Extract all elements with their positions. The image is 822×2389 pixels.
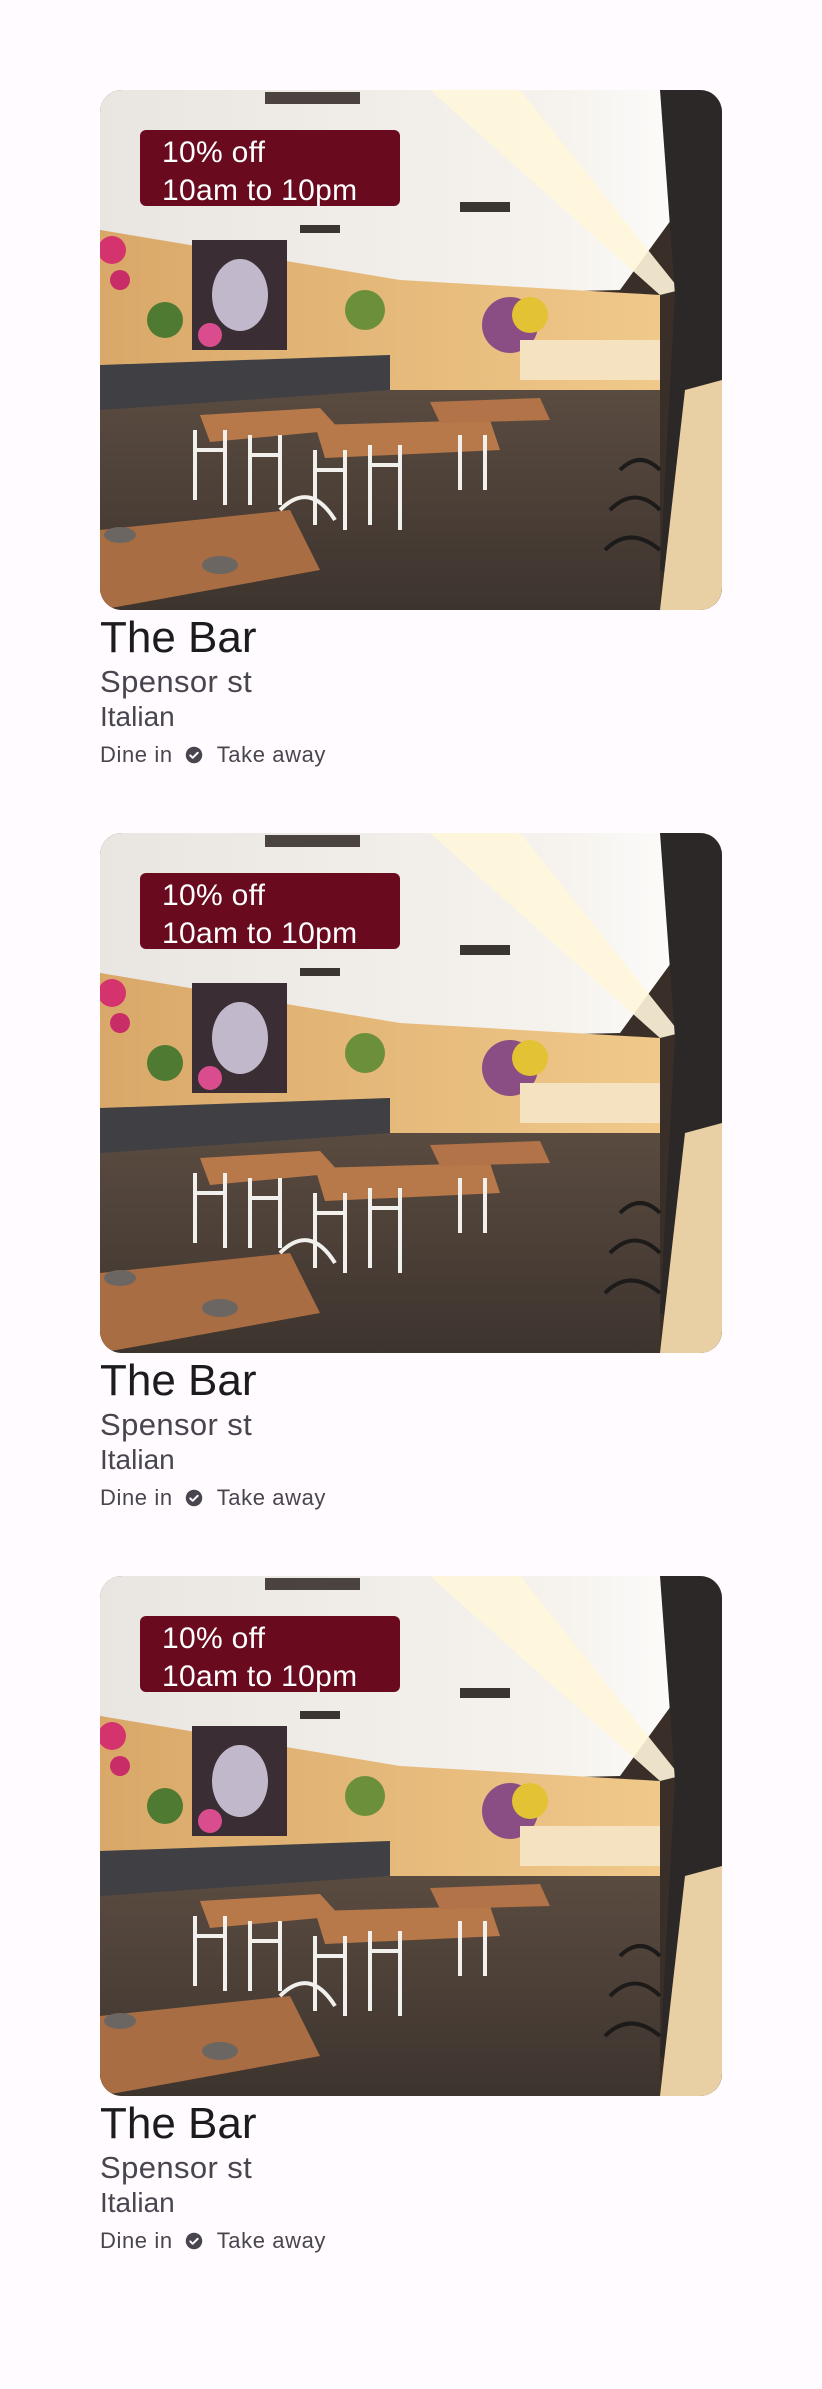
service-take-away: Take away — [216, 742, 327, 767]
restaurant-street: Spensor st — [100, 2150, 253, 2185]
service-options: Dine in Take away — [100, 740, 722, 770]
check-circle-icon — [185, 746, 202, 764]
restaurant-cuisine: Italian — [100, 1444, 175, 1475]
restaurant-name: The Bar — [100, 1356, 257, 1405]
restaurant-cuisine: Italian — [100, 701, 175, 732]
check-circle-icon — [185, 1489, 202, 1507]
service-dine-in: Dine in — [100, 2228, 173, 2253]
restaurant-cuisine: Italian — [100, 2187, 175, 2218]
restaurant-card[interactable]: 10% off 10am to 10pm The Bar Spensor st … — [100, 1576, 722, 2256]
service-options: Dine in Take away — [100, 1483, 722, 1513]
service-take-away: Take away — [216, 1485, 327, 1510]
restaurant-street: Spensor st — [100, 664, 253, 699]
offer-hours: 10am to 10pm — [162, 917, 358, 950]
offer-badge: 10% off 10am to 10pm — [140, 130, 400, 207]
offer-badge: 10% off 10am to 10pm — [140, 1616, 400, 1693]
service-dine-in: Dine in — [100, 1485, 173, 1510]
check-circle-icon — [185, 2232, 202, 2250]
offer-hours: 10am to 10pm — [162, 174, 358, 207]
offer-discount: 10% off — [162, 136, 266, 169]
restaurant-card[interactable]: 10% off 10am to 10pm The Bar Spensor st … — [100, 833, 722, 1513]
restaurant-name: The Bar — [100, 613, 257, 662]
offer-hours: 10am to 10pm — [162, 1660, 358, 1693]
service-dine-in: Dine in — [100, 742, 173, 767]
restaurant-photo: 10% off 10am to 10pm — [100, 1576, 722, 2096]
restaurant-photo: 10% off 10am to 10pm — [100, 90, 722, 610]
restaurant-photo: 10% off 10am to 10pm — [100, 833, 722, 1353]
restaurant-card[interactable]: 10% off 10am to 10pm The Bar Spensor st … — [100, 90, 722, 770]
restaurant-name: The Bar — [100, 2099, 257, 2148]
offer-discount: 10% off — [162, 879, 266, 912]
offer-discount: 10% off — [162, 1622, 266, 1655]
service-options: Dine in Take away — [100, 2226, 722, 2256]
restaurant-street: Spensor st — [100, 1407, 253, 1442]
service-take-away: Take away — [216, 2228, 327, 2253]
offer-badge: 10% off 10am to 10pm — [140, 873, 400, 950]
